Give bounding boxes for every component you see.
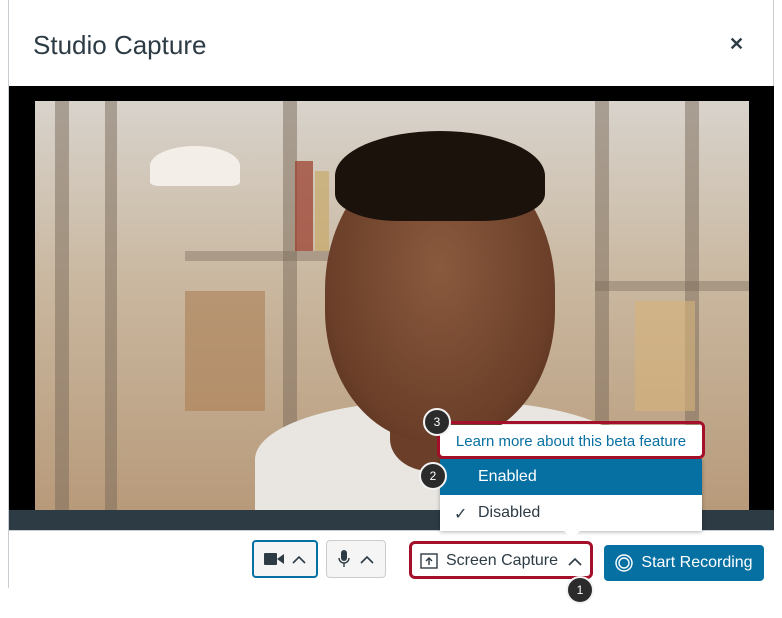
menu-item-label: Disabled [478, 504, 541, 521]
start-recording-button[interactable]: Start Recording [604, 545, 764, 581]
checkmark-icon: ✓ [454, 506, 468, 523]
microphone-icon [338, 550, 350, 568]
callout-badge-2: 2 [419, 462, 447, 490]
record-icon [615, 554, 634, 572]
capture-toolbar: Screen Capture Start Recording [9, 530, 774, 589]
menu-item-disabled[interactable]: ✓ Disabled [440, 495, 702, 531]
chevron-up-icon [292, 555, 306, 564]
callout-badge-3: 3 [423, 408, 451, 436]
menu-item-enabled[interactable]: Enabled [440, 459, 702, 495]
start-recording-label: Start Recording [641, 554, 753, 571]
menu-pointer [564, 531, 580, 539]
callout-badge-1: 1 [566, 576, 594, 604]
modal-title: Studio Capture [33, 30, 207, 60]
camera-select-button[interactable] [252, 540, 318, 578]
chevron-up-icon [360, 555, 374, 564]
callout-box-learn-more [437, 421, 705, 459]
callout-box-screen-capture [409, 541, 593, 579]
background-lamp [150, 146, 240, 186]
close-icon[interactable]: ✕ [729, 34, 744, 55]
screen-capture-menu: Enabled ✓ Disabled [440, 459, 702, 531]
menu-item-label: Enabled [478, 468, 537, 485]
microphone-select-button[interactable] [326, 540, 386, 578]
video-camera-icon [264, 552, 284, 566]
